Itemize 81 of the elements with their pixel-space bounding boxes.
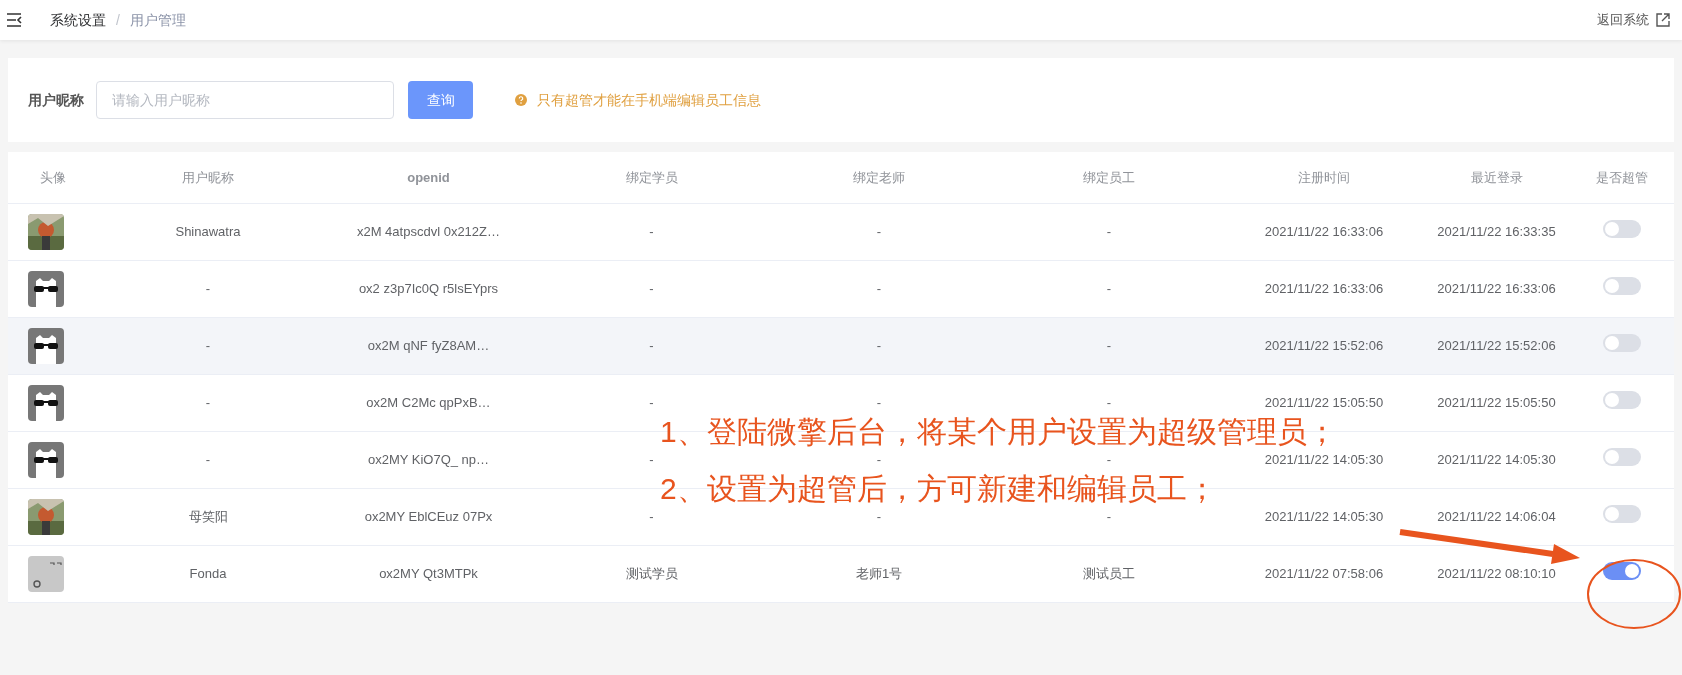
- column-header: 是否超管: [1594, 168, 1649, 187]
- table-cell: -: [1106, 281, 1112, 297]
- breadcrumb-separator: /: [116, 10, 120, 30]
- table-cell: 老师1号: [855, 566, 903, 582]
- column-header: 头像: [39, 168, 67, 187]
- table-cell: ox2MY Qt3MTPk: [379, 566, 478, 582]
- table-cell: -: [1106, 338, 1112, 354]
- column-header: openid: [406, 168, 451, 187]
- field-label: 用户昵称: [28, 90, 84, 110]
- table-cell: -: [649, 338, 654, 354]
- cat-avatar-icon: [28, 271, 64, 307]
- table-cell: -: [1106, 452, 1112, 468]
- table-cell: -: [205, 395, 211, 411]
- annotation-text: 1、登陆微擎后台，将某个用户设置为超级管理员；: [660, 415, 1337, 448]
- table-cell: -: [649, 281, 654, 297]
- table-cell: 2021/11/22 16:33:06: [1264, 281, 1384, 297]
- table-cell: 2021/11/22 15:05:50: [1437, 395, 1556, 411]
- table-cell: -: [1106, 224, 1112, 240]
- toggle-switch[interactable]: [1602, 391, 1641, 410]
- menu-icon[interactable]: [6, 13, 22, 27]
- table-cell: -: [876, 452, 882, 468]
- question-icon: [515, 94, 527, 106]
- table-cell: 2021/11/22 14:05:30: [1264, 452, 1384, 468]
- table-cell: 2021/11/22 14:05:30: [1437, 452, 1556, 468]
- column-header: 绑定老师: [852, 168, 906, 187]
- table-cell: -: [649, 224, 654, 240]
- table-cell: ox2M qNF fyZ8AM…: [367, 338, 490, 354]
- table-cell: Fonda: [189, 566, 227, 582]
- table-cell: 2021/11/22 16:33:35: [1437, 224, 1556, 240]
- table-cell: -: [1106, 509, 1112, 525]
- table-cell: ox2MY KiO7Q_ np…: [367, 452, 490, 468]
- toggle-switch[interactable]: [1602, 334, 1641, 353]
- table-cell: -: [649, 509, 654, 525]
- toggle-switch[interactable]: [1602, 448, 1641, 467]
- column-header: 用户昵称: [181, 168, 235, 187]
- table-cell: -: [876, 281, 882, 297]
- cat-avatar-icon: [28, 442, 64, 478]
- toggle-switch[interactable]: [1602, 220, 1641, 239]
- table-cell: ox2M C2Mc qpPxB…: [366, 395, 491, 411]
- table-cell: Shinawatra: [175, 224, 241, 240]
- default-avatar-icon: [28, 556, 64, 592]
- cat-avatar-icon: [28, 385, 64, 421]
- table-cell: -: [1106, 395, 1112, 411]
- table-cell: 2021/11/22 07:58:06: [1264, 566, 1384, 582]
- table-cell: 2021/11/22 15:52:06: [1264, 338, 1384, 354]
- table-cell: -: [876, 224, 882, 240]
- table-cell: 测试学员: [625, 566, 678, 582]
- table-cell: 2021/11/22 14:05:30: [1264, 509, 1384, 525]
- column-header: 注册时间: [1297, 168, 1351, 187]
- table-cell: ox2MY EblCEuz 07Px: [364, 509, 493, 525]
- table-cell: 母笑阳: [188, 509, 228, 525]
- cat-avatar-icon: [28, 328, 64, 364]
- table-cell: 2021/11/22 15:52:06: [1437, 338, 1556, 354]
- column-header: 绑定学员: [624, 168, 679, 187]
- table-cell: -: [649, 452, 654, 468]
- table-cell: 2021/11/22 16:33:06: [1264, 224, 1384, 240]
- toggle-switch[interactable]: [1602, 562, 1641, 581]
- table-cell: -: [205, 281, 211, 297]
- table-cell: -: [649, 395, 654, 411]
- table-cell: -: [205, 338, 211, 354]
- table-cell: ox2 z3p7Ic0Q r5lsEYprs: [358, 281, 499, 297]
- table-cell: -: [205, 452, 211, 468]
- table-cell: 2021/11/22 16:33:06: [1437, 281, 1556, 297]
- table-cell: -: [876, 509, 882, 525]
- toggle-switch[interactable]: [1602, 277, 1641, 296]
- table-cell: 2021/11/22 08:10:10: [1437, 566, 1556, 582]
- table-cell: -: [876, 395, 882, 411]
- notice-text: 只有超管才能在手机端编辑员工信息: [537, 90, 761, 110]
- breadcrumb-item[interactable]: 系统设置: [50, 9, 106, 31]
- table-cell: 测试员工: [1083, 566, 1135, 582]
- back-link[interactable]: 返回系统: [1597, 10, 1649, 30]
- table-cell: 2021/11/22 15:05:50: [1264, 395, 1384, 411]
- annotation-text: 2、设置为超管后，方可新建和编辑员工；: [660, 472, 1217, 505]
- table-cell: -: [876, 338, 882, 354]
- nickname-input[interactable]: 请输入用户昵称: [96, 81, 394, 119]
- table-cell: x2M 4atpscdvl 0x212Z…: [356, 224, 501, 240]
- external-link-icon[interactable]: [1656, 13, 1670, 27]
- column-header: 绑定员工: [1082, 168, 1136, 187]
- table-cell: 2021/11/22 14:06:04: [1437, 509, 1556, 525]
- column-header: 最近登录: [1469, 168, 1524, 187]
- toggle-switch[interactable]: [1602, 505, 1641, 524]
